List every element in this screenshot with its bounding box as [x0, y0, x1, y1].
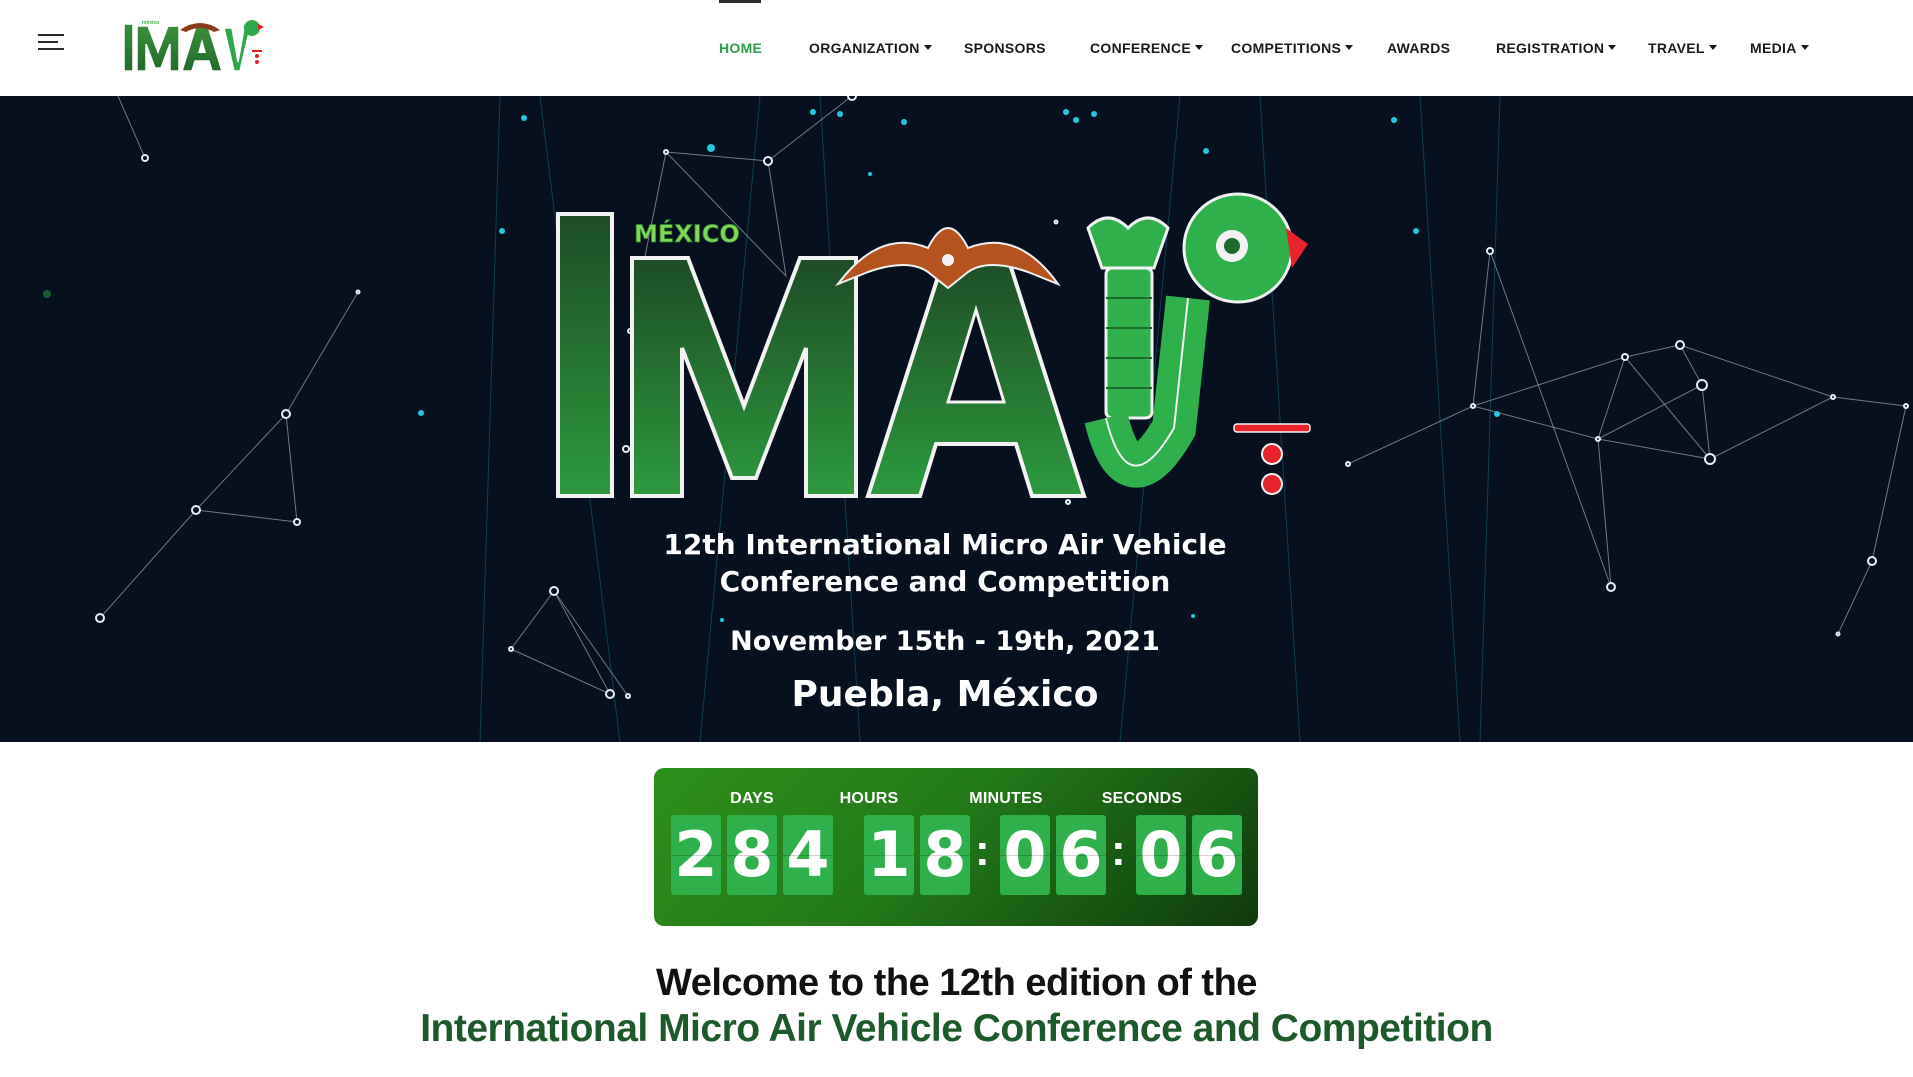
welcome-heading: Welcome to the 12th edition of the — [656, 962, 1257, 1004]
welcome-subheading: International Micro Air Vehicle Conferen… — [420, 1007, 1493, 1050]
nav-home[interactable]: HOME — [719, 40, 762, 56]
event-dates: November 15th - 19th, 2021 — [730, 626, 1160, 657]
nav-travel[interactable]: TRAVEL — [1648, 40, 1717, 56]
countdown-separator: : — [975, 826, 990, 875]
countdown-digit: 8 — [727, 815, 777, 895]
countdown-digit: 6 — [1192, 815, 1242, 895]
countdown-digit: 4 — [783, 815, 833, 895]
main-nav: HOME ORGANIZATION SPONSORS CONFERENCE CO… — [0, 0, 1913, 96]
hero-subtitle: 12th International Micro Air Vehicle Con… — [663, 528, 1227, 598]
imav-hero-logo: MÉXICO — [556, 192, 1311, 498]
countdown-separator: : — [1111, 826, 1126, 875]
countdown-label-days: DAYS — [730, 790, 774, 807]
caret-down-icon — [1195, 44, 1204, 50]
caret-down-icon — [1608, 44, 1617, 50]
nav-organization[interactable]: ORGANIZATION — [809, 40, 932, 56]
nav-awards[interactable]: AWARDS — [1387, 40, 1450, 56]
countdown-label-hours: HOURS — [839, 790, 899, 807]
countdown-label-minutes: MINUTES — [969, 790, 1043, 807]
countdown-digit: 8 — [920, 815, 970, 895]
caret-down-icon — [1708, 44, 1717, 50]
countdown-digit: 0 — [1000, 815, 1050, 895]
nav-conference[interactable]: CONFERENCE — [1090, 40, 1204, 56]
hero-banner: MÉXICO 12th International Micro Air Vehi… — [0, 96, 1913, 742]
site-header: méxico HOME ORGANIZATION SPONSORS CONFER… — [0, 0, 1913, 96]
countdown-timer: DAYS HOURS MINUTES SECONDS 2 8 4 1 8 : 0… — [654, 768, 1258, 926]
nav-media[interactable]: MEDIA — [1750, 40, 1809, 56]
caret-down-icon — [923, 44, 932, 50]
countdown-digit: 2 — [671, 815, 721, 895]
nav-competitions[interactable]: COMPETITIONS — [1231, 40, 1354, 56]
countdown-digit: 6 — [1056, 815, 1106, 895]
nav-sponsors[interactable]: SPONSORS — [964, 40, 1046, 56]
nav-registration[interactable]: REGISTRATION — [1496, 40, 1617, 56]
caret-down-icon — [1345, 44, 1354, 50]
countdown-digit: 1 — [864, 815, 914, 895]
caret-down-icon — [1800, 44, 1809, 50]
event-location: Puebla, México — [791, 674, 1099, 715]
hero-logo-tag: MÉXICO — [634, 219, 740, 248]
countdown-label-seconds: SECONDS — [1101, 790, 1183, 807]
countdown-digit: 0 — [1136, 815, 1186, 895]
